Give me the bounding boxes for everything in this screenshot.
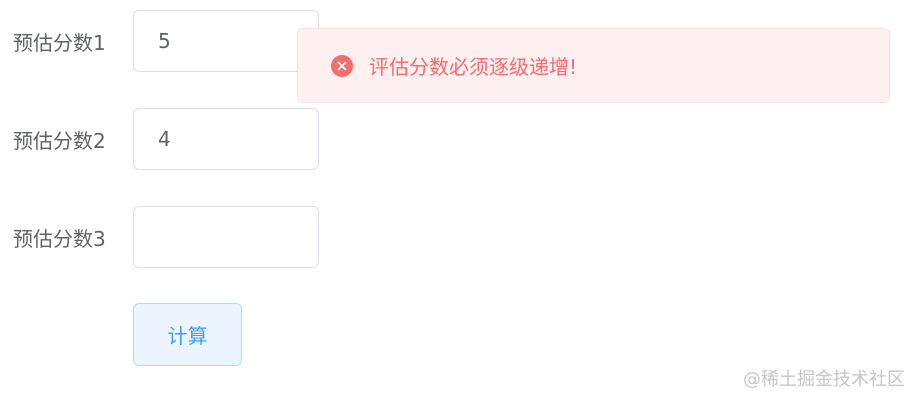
error-message-toast: 评估分数必须逐级递增! bbox=[297, 28, 890, 103]
score-3-input[interactable] bbox=[133, 206, 319, 268]
error-circle-icon bbox=[331, 54, 353, 77]
page: 预估分数1 预估分数2 预估分数3 计算 评估分数必须逐级递增! @稀土掘金技术… bbox=[0, 0, 917, 403]
score-1-input[interactable] bbox=[133, 10, 319, 72]
score-2-input[interactable] bbox=[133, 108, 319, 170]
score-3-label: 预估分数3 bbox=[13, 226, 106, 251]
error-message-text: 评估分数必须逐级递增! bbox=[369, 55, 578, 79]
score-2-label: 预估分数2 bbox=[13, 128, 106, 153]
calculate-button[interactable]: 计算 bbox=[133, 303, 242, 366]
watermark: @稀土掘金技术社区 bbox=[743, 369, 905, 390]
score-1-label: 预估分数1 bbox=[13, 30, 106, 55]
